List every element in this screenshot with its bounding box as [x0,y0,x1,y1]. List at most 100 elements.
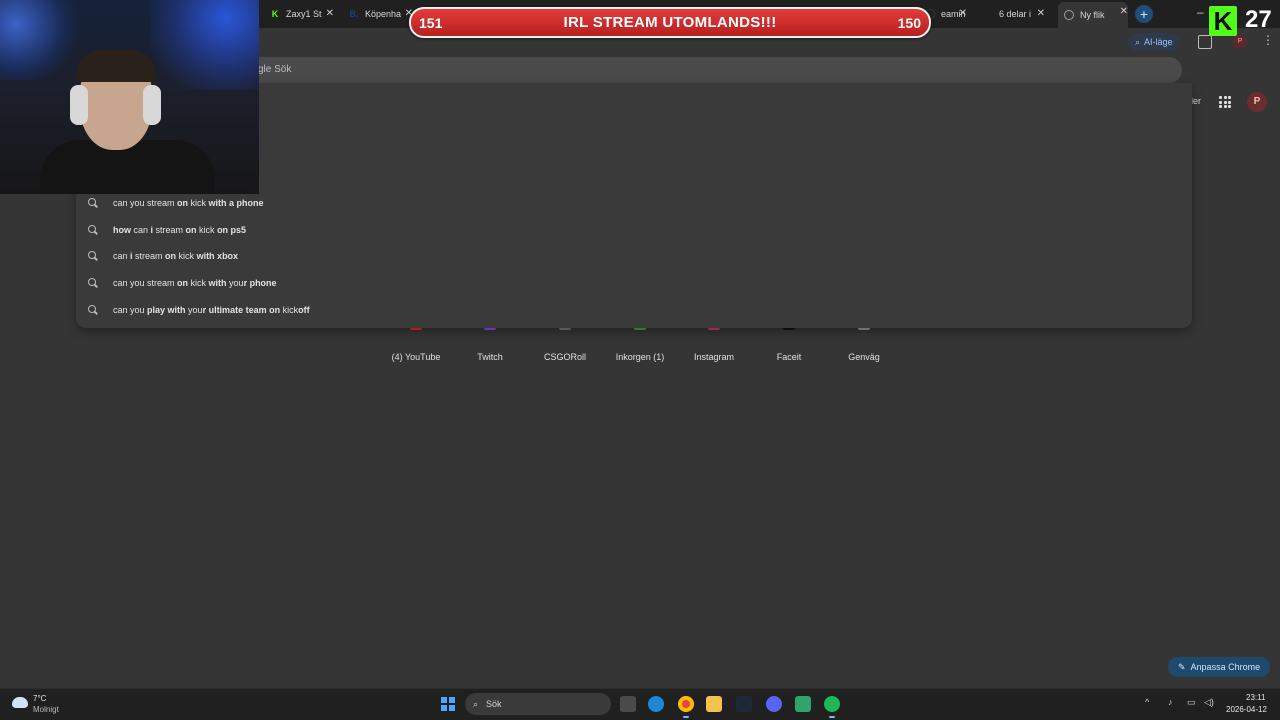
discord-icon[interactable] [766,696,782,712]
new-tab-button[interactable]: + [1135,5,1153,23]
screen: K Zaxy1 St ✕ B. Köpenha ✕ eamin ✕ S 6 delar i ✕ Ny … [0,0,1280,720]
file-explorer-icon[interactable] [706,696,722,712]
suggestion-text-part: kick [280,305,299,315]
suggestion-text-part: on [177,278,189,288]
ai-search-icon: ⌕ [1135,36,1141,47]
chrome-icon[interactable] [678,696,694,718]
suggestion-text-part: on [165,251,177,261]
suggestion-text-part: r ultimate team on [202,305,281,315]
ai-mode-label: AI-läge [1144,37,1173,47]
ambient-light [0,0,80,80]
weather-temperature[interactable]: 7°C [33,694,46,703]
shortcut-label: Inkorgen (1) [615,352,665,362]
clock-date[interactable]: 2026-04-12 [1226,705,1267,714]
suggestion-text-part: with a phone [208,198,264,208]
shortcut-tile[interactable]: (4) YouTube [381,324,451,362]
suggestion-item[interactable]: can you play with your ultimate team on … [88,301,688,319]
suggestion-text-part: can you stream [113,198,178,208]
taskbar-search[interactable]: ⌕ Sök [465,693,611,715]
cloud-icon[interactable] [12,697,28,708]
shortcut-label: Twitch [477,352,503,362]
browser-tab[interactable]: B. Köpenha ✕ [349,4,414,24]
tab-close-icon[interactable]: ✕ [959,8,967,19]
suggestion-text: can you play with your ultimate team on … [113,305,310,315]
suggestion-text-part: kick [196,225,218,235]
suggestion-text: can you stream on kick with a phone [113,198,264,208]
suggestion-text-part: kick [188,198,209,208]
minimize-icon[interactable]: – [1197,5,1204,19]
clock-time[interactable]: 23:11 [1246,693,1265,702]
suggestion-text-part: kick [176,251,197,261]
edge-icon[interactable] [648,696,664,712]
streamer-hair [76,50,156,82]
suggestion-text-part: r phone [243,278,277,288]
browser-tab[interactable]: eamin ✕ [925,4,967,24]
suggestion-item[interactable]: can i stream on kick with xbox [88,247,688,265]
search-icon [88,225,98,235]
customize-chrome-button[interactable]: ✎ Anpassa Chrome [1168,657,1271,677]
suggestion-text-part: you [226,278,244,288]
shortcut-tile[interactable]: Inkorgen (1) [605,324,675,362]
tab-label: Ny flik [1080,10,1105,20]
microphone-icon[interactable]: ♪ [1168,697,1173,707]
taskbar [0,688,1280,720]
shortcut-tile[interactable]: CSGORoll [530,324,600,362]
tab-close-icon[interactable]: ✕ [1037,8,1045,19]
shortcut-label: (4) YouTube [391,352,441,362]
suggestion-text-part: stream [132,251,166,261]
suggestion-item[interactable]: can you stream on kick with your phone [88,274,688,292]
suggestion-item[interactable]: can you stream on kick with a phone [88,194,688,212]
ai-mode-button[interactable]: ⌕ AI-läge [1128,33,1180,51]
tab-close-icon[interactable]: ✕ [326,8,334,19]
ambient-light [150,0,259,90]
app-icon[interactable] [795,696,811,712]
tab-favicon-icon: B. [349,9,359,19]
browser-tab[interactable]: K Zaxy1 St ✕ [270,4,334,24]
steam-icon[interactable] [736,696,752,712]
tab-label: 6 delar i [999,9,1032,19]
shortcut-tile[interactable]: Instagram [679,324,749,362]
tab-favicon-icon: K [271,9,279,19]
headset-icon [143,85,161,125]
banner-right-count: 150 [897,14,921,31]
windows-start-icon[interactable] [441,697,455,711]
kick-viewer-counter: K 27 [1209,6,1280,38]
search-icon: ⌕ [473,698,479,709]
stream-title-banner: 151 IRL STREAM UTOMLANDS!!! 150 [409,7,931,38]
tab-label: Köpenha [365,9,402,19]
suggestion-text-part: on ps5 [217,225,247,235]
weather-description[interactable]: Molnigt [33,705,59,714]
suggestion-text-part: you [185,305,203,315]
shortcut-tile[interactable]: Faceit [754,324,824,362]
suggestion-text: can i stream on kick with xbox [113,251,238,261]
suggestion-text-part: can [113,251,131,261]
shortcut-label: Genväg [848,352,880,362]
spotify-icon[interactable] [824,696,840,718]
customize-label: Anpassa Chrome [1190,662,1261,672]
tab-label: Zaxy1 St [286,9,322,19]
suggestion-text-part: how [113,225,131,235]
suggestion-text-part: can you [113,305,148,315]
webcam-overlay [0,0,259,194]
shortcut-tile[interactable]: Twitch [455,324,525,362]
browser-tab[interactable]: Ny flik ✕ [1058,2,1128,28]
suggestion-text-part: kick [188,278,209,288]
volume-icon[interactable]: ◁) [1204,697,1214,708]
task-view-icon[interactable] [620,696,636,712]
kick-count: 27 [1245,6,1272,33]
browser-tab[interactable]: S 6 delar i ✕ [983,4,1045,24]
suggestion-item[interactable]: how can i stream on kick on ps5 [88,221,688,239]
network-icon[interactable]: ▭ [1187,697,1196,708]
shortcut-label: Faceit [776,352,802,362]
shortcut-tile[interactable]: Genväg [829,324,899,362]
tray-chevron-icon[interactable]: ^ [1145,697,1149,707]
shortcut-label: CSGORoll [543,352,586,362]
profile-avatar[interactable]: P [1247,92,1267,112]
apps-grid-icon[interactable] [1219,96,1231,108]
search-icon [88,251,98,261]
suggestion-text-part: can you stream [113,278,178,288]
tab-close-icon[interactable]: ✕ [1120,6,1128,17]
tab-favicon-icon: S [984,9,991,19]
suggestion-text-part: with [208,278,227,288]
banner-left-count: 151 [419,14,443,31]
